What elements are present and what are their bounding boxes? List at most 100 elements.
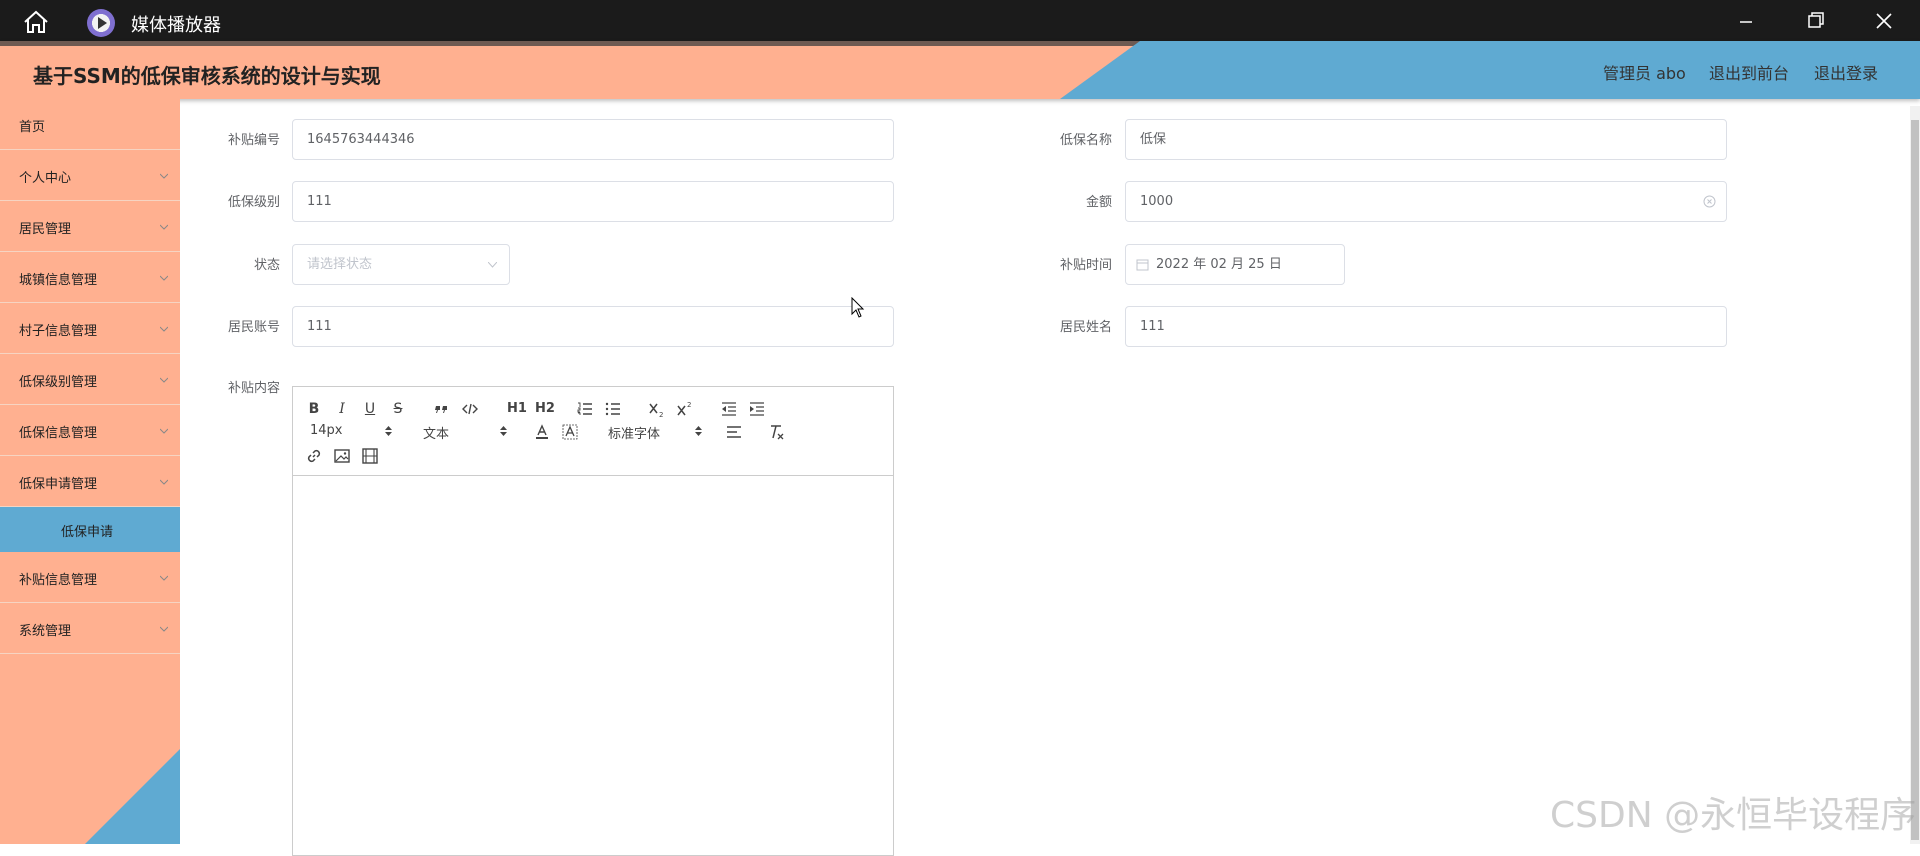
svg-text:2: 2 — [687, 401, 691, 409]
sidebar-item-label: 补贴信息管理 — [19, 573, 98, 588]
current-user: 管理员 abo — [1603, 64, 1686, 83]
sidebar-item-label: 低保申请管理 — [19, 477, 98, 492]
sidebar-item-label: 低保申请 — [61, 525, 114, 540]
background-color-icon[interactable] — [561, 423, 579, 441]
sidebar-item-dibao-application-mgmt[interactable]: 低保申请管理 — [0, 456, 180, 507]
main-form: 补贴编号 1645763444346 低保名称 低保 低保级别 111 金额 1… — [180, 99, 1920, 856]
status-label: 状态 — [253, 258, 280, 273]
window-title: 媒体播放器 — [131, 15, 221, 36]
code-block-icon[interactable] — [461, 400, 479, 418]
select-arrows-icon — [385, 426, 392, 436]
bold-button[interactable]: B — [305, 400, 323, 418]
link-icon[interactable] — [305, 447, 323, 465]
sidebar-item-system[interactable]: 系统管理 — [0, 603, 180, 654]
video-icon[interactable] — [361, 447, 379, 465]
h2-button[interactable]: H2 — [533, 400, 557, 418]
editor-content-area[interactable] — [293, 476, 893, 855]
subsidy-no-label: 补贴编号 — [227, 133, 280, 148]
amount-input[interactable]: 1000 — [1125, 181, 1727, 222]
font-color-icon[interactable] — [533, 423, 551, 441]
dibao-name-input[interactable]: 低保 — [1125, 119, 1727, 160]
maximize-icon[interactable] — [1797, 8, 1833, 34]
select-arrows-icon — [500, 426, 507, 436]
align-left-icon[interactable] — [725, 423, 743, 441]
title-bar: 媒体播放器 — [0, 0, 1920, 41]
font-size-select[interactable]: 14px — [310, 423, 392, 441]
sidebar-item-label: 居民管理 — [19, 222, 72, 237]
chevron-down-icon — [160, 326, 168, 332]
dibao-level-label: 低保级别 — [227, 195, 280, 210]
sidebar: 首页 个人中心 居民管理 城镇信息管理 村子信息管理 低保级别管理 低保信息管理… — [0, 99, 180, 844]
scrollbar-thumb[interactable] — [1911, 120, 1919, 840]
amount-value: 1000 — [1140, 194, 1174, 209]
content-label: 补贴内容 — [227, 381, 280, 396]
sidebar-blue-decoration — [85, 749, 180, 844]
app-header: 基于SSM的低保审核系统的设计与实现 管理员 abo 退出到前台 退出登录 — [0, 41, 1920, 99]
chevron-down-icon — [160, 626, 168, 632]
chevron-down-icon — [488, 262, 497, 268]
rich-text-editor: B I U S H1 H2 2 2 14px 文本 标准字体 — [292, 386, 894, 856]
block-type-select[interactable]: 文本 — [423, 423, 507, 442]
editor-toolbar: B I U S H1 H2 2 2 14px 文本 标准字体 — [293, 387, 893, 476]
home-icon[interactable] — [22, 10, 50, 34]
exit-to-front-link[interactable]: 退出到前台 — [1709, 60, 1789, 84]
vertical-scrollbar[interactable] — [1910, 106, 1920, 844]
calendar-icon — [1136, 259, 1149, 271]
subsidy-date-picker[interactable]: 2022 年 02 月 25 日 — [1125, 244, 1345, 285]
outdent-icon[interactable] — [720, 400, 738, 418]
sidebar-item-dibao-level[interactable]: 低保级别管理 — [0, 354, 180, 405]
chevron-down-icon — [160, 479, 168, 485]
clear-icon[interactable] — [1703, 195, 1716, 208]
svg-text:2: 2 — [659, 411, 663, 418]
sidebar-item-label: 首页 — [19, 120, 46, 135]
sidebar-item-personal-center[interactable]: 个人中心 — [0, 150, 180, 201]
chevron-down-icon — [160, 377, 168, 383]
italic-button[interactable]: I — [333, 400, 351, 418]
strike-button[interactable]: S — [389, 400, 407, 418]
resident-account-label: 居民账号 — [227, 320, 280, 335]
watermark: CSDN @永恒毕设程序 — [1550, 795, 1917, 836]
sidebar-item-label: 个人中心 — [19, 171, 72, 186]
sidebar-item-residents[interactable]: 居民管理 — [0, 201, 180, 252]
close-icon[interactable] — [1866, 8, 1902, 34]
superscript-icon[interactable]: 2 — [676, 400, 694, 418]
underline-button[interactable]: U — [361, 400, 379, 418]
sidebar-item-dibao-info[interactable]: 低保信息管理 — [0, 405, 180, 456]
image-icon[interactable] — [333, 447, 351, 465]
minimize-icon[interactable] — [1728, 8, 1764, 34]
subsidy-date-value: 2022 年 02 月 25 日 — [1156, 257, 1282, 272]
blockquote-icon[interactable] — [433, 400, 451, 418]
clear-format-icon[interactable] — [767, 423, 785, 441]
font-family-value: 标准字体 — [608, 427, 661, 442]
logout-link[interactable]: 退出登录 — [1814, 60, 1878, 84]
status-placeholder: 请选择状态 — [307, 257, 373, 272]
subsidy-no-input[interactable]: 1645763444346 — [292, 119, 894, 160]
bullet-list-icon[interactable] — [604, 400, 622, 418]
resident-account-input[interactable]: 111 — [292, 306, 894, 347]
ordered-list-icon[interactable] — [576, 400, 594, 418]
select-arrows-icon — [695, 426, 702, 436]
sidebar-item-town-info[interactable]: 城镇信息管理 — [0, 252, 180, 303]
sidebar-item-home[interactable]: 首页 — [0, 99, 180, 150]
dibao-level-input[interactable]: 111 — [292, 181, 894, 222]
subscript-icon[interactable]: 2 — [648, 400, 666, 418]
resident-name-label: 居民姓名 — [1059, 320, 1112, 335]
sidebar-subitem-dibao-application[interactable]: 低保申请 — [0, 507, 180, 552]
block-type-value: 文本 — [423, 427, 450, 442]
status-select[interactable]: 请选择状态 — [292, 244, 510, 285]
indent-icon[interactable] — [748, 400, 766, 418]
sidebar-item-label: 村子信息管理 — [19, 324, 98, 339]
amount-label: 金额 — [1085, 195, 1112, 210]
resident-name-input[interactable]: 111 — [1125, 306, 1727, 347]
sidebar-item-label: 城镇信息管理 — [19, 273, 98, 288]
sidebar-item-label: 低保信息管理 — [19, 426, 98, 441]
subsidy-time-label: 补贴时间 — [1059, 258, 1112, 273]
h1-button[interactable]: H1 — [505, 400, 529, 418]
font-size-value: 14px — [310, 423, 343, 438]
chevron-down-icon — [160, 224, 168, 230]
font-family-select[interactable]: 标准字体 — [608, 423, 702, 442]
chevron-down-icon — [160, 428, 168, 434]
sidebar-item-subsidy-info[interactable]: 补贴信息管理 — [0, 552, 180, 603]
sidebar-item-village-info[interactable]: 村子信息管理 — [0, 303, 180, 354]
mouse-cursor-icon — [851, 297, 865, 318]
